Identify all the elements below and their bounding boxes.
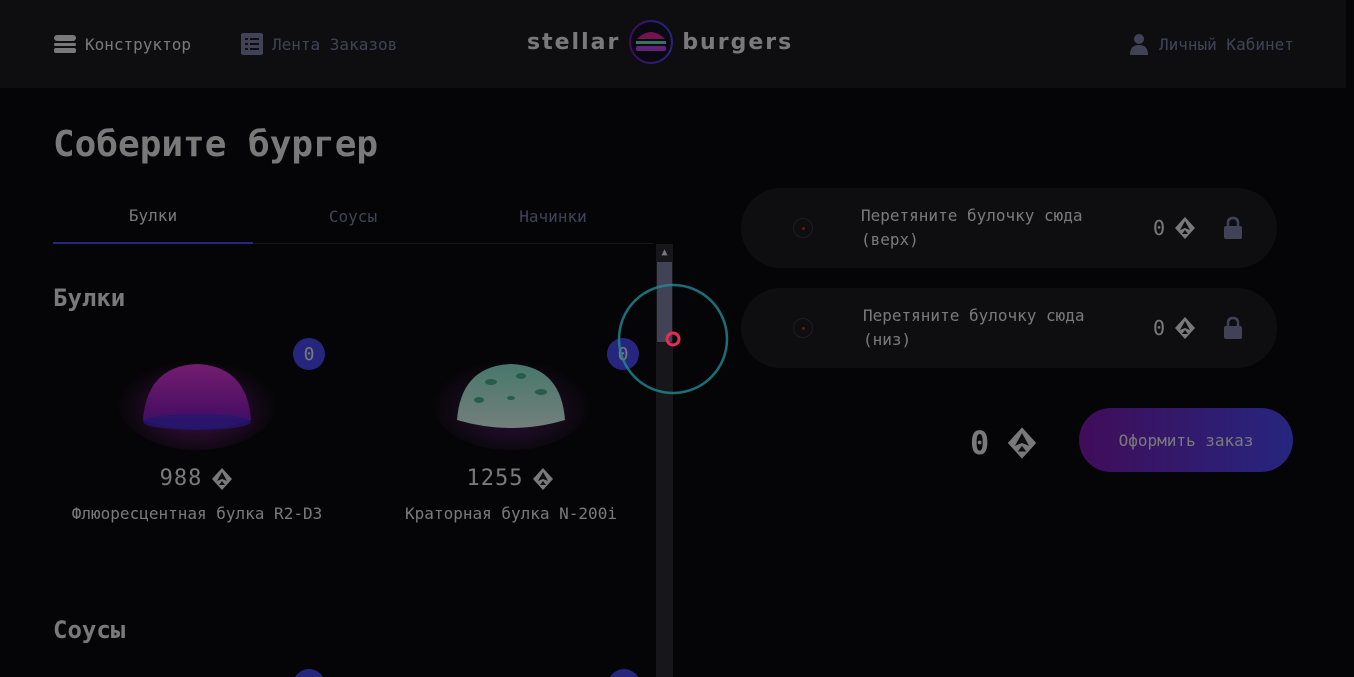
currency-icon <box>212 467 233 490</box>
ingredient-count-badge: 0 <box>607 338 639 370</box>
logo-planet-icon <box>629 20 674 64</box>
bun-crater-image <box>431 350 591 450</box>
slot-price-value: 0 <box>1153 316 1166 340</box>
slot-price: 0 <box>1153 316 1197 340</box>
tab-fillings[interactable]: Начинки <box>453 190 653 244</box>
drag-icon <box>793 318 813 338</box>
currency-icon <box>1008 427 1037 459</box>
ingredient-count-badge-partial <box>608 669 640 677</box>
app-root: Конструктор Лента Заказов stellar burger… <box>0 0 1354 677</box>
currency-icon <box>1175 317 1196 339</box>
currency-icon <box>533 467 554 490</box>
bun-fluorescent-image <box>117 350 277 450</box>
bun-bottom-drop-slot[interactable]: Перетяните булочку сюда (низ) 0 <box>741 288 1277 368</box>
scroll-up-icon[interactable]: ▲ <box>656 244 673 260</box>
logo-text-left: stellar <box>527 29 621 55</box>
ingredient-list[interactable]: Булки 0 988 Флюоресцентная булка R2-D3 0… <box>53 244 673 677</box>
page-title: Соберите бургер <box>53 124 379 165</box>
logo[interactable]: stellar burgers <box>527 18 818 66</box>
ingredient-price-value: 988 <box>159 466 203 491</box>
slot-price-value: 0 <box>1153 216 1166 240</box>
ingredient-count-badge: 0 <box>293 338 325 370</box>
nav-feed-link[interactable]: Лента Заказов <box>240 28 397 60</box>
nav-account-label: Личный Кабинет <box>1159 34 1294 54</box>
slot-price: 0 <box>1153 216 1197 240</box>
profile-icon <box>1127 32 1151 56</box>
bun-top-drop-slot[interactable]: Перетяните булочку сюда (верх) 0 <box>741 188 1277 268</box>
logo-text-right: burgers <box>682 29 794 55</box>
currency-icon <box>1175 217 1196 239</box>
burger-icon <box>53 32 77 56</box>
tab-buns[interactable]: Булки <box>53 190 253 244</box>
section-title-sauces: Соусы <box>53 616 126 644</box>
tab-sauces[interactable]: Соусы <box>253 190 453 244</box>
ingredient-price-value: 1255 <box>466 466 524 491</box>
ingredient-scrollbar[interactable]: ▲ <box>656 244 673 677</box>
ingredient-tabs: Булки Соусы Начинки <box>53 190 653 244</box>
ingredient-price: 1255 <box>375 466 647 491</box>
bun-bottom-placeholder: Перетяните булочку сюда (низ) <box>863 306 1085 349</box>
ingredient-name: Флюоресцентная булка R2-D3 <box>71 504 323 523</box>
ingredient-price: 988 <box>61 466 333 491</box>
nav-feed-label: Лента Заказов <box>272 34 398 54</box>
order-total: 0 <box>970 424 1039 462</box>
bun-top-placeholder: Перетяните булочку сюда (верх) <box>861 206 1083 249</box>
nav-account-link[interactable]: Личный Кабинет <box>1127 28 1294 60</box>
list-icon <box>240 32 264 56</box>
nav-constructor-link[interactable]: Конструктор <box>53 28 191 60</box>
app-header: Конструктор Лента Заказов stellar burger… <box>0 0 1346 88</box>
nav-constructor-label: Конструктор <box>85 34 191 54</box>
drag-icon <box>793 218 813 238</box>
order-total-value: 0 <box>970 424 990 462</box>
ingredient-count-badge-partial <box>293 669 325 677</box>
scroll-thumb[interactable] <box>657 262 672 342</box>
ingredient-card[interactable]: 0 1255 Краторная булка N-200i <box>375 338 647 548</box>
section-title-buns: Булки <box>53 284 126 312</box>
ingredient-name: Краторная булка N-200i <box>405 504 617 523</box>
ingredient-card[interactable]: 0 988 Флюоресцентная булка R2-D3 <box>61 338 333 548</box>
lock-icon <box>1224 316 1242 339</box>
lock-icon <box>1224 216 1242 239</box>
place-order-button[interactable]: Оформить заказ <box>1079 408 1293 472</box>
